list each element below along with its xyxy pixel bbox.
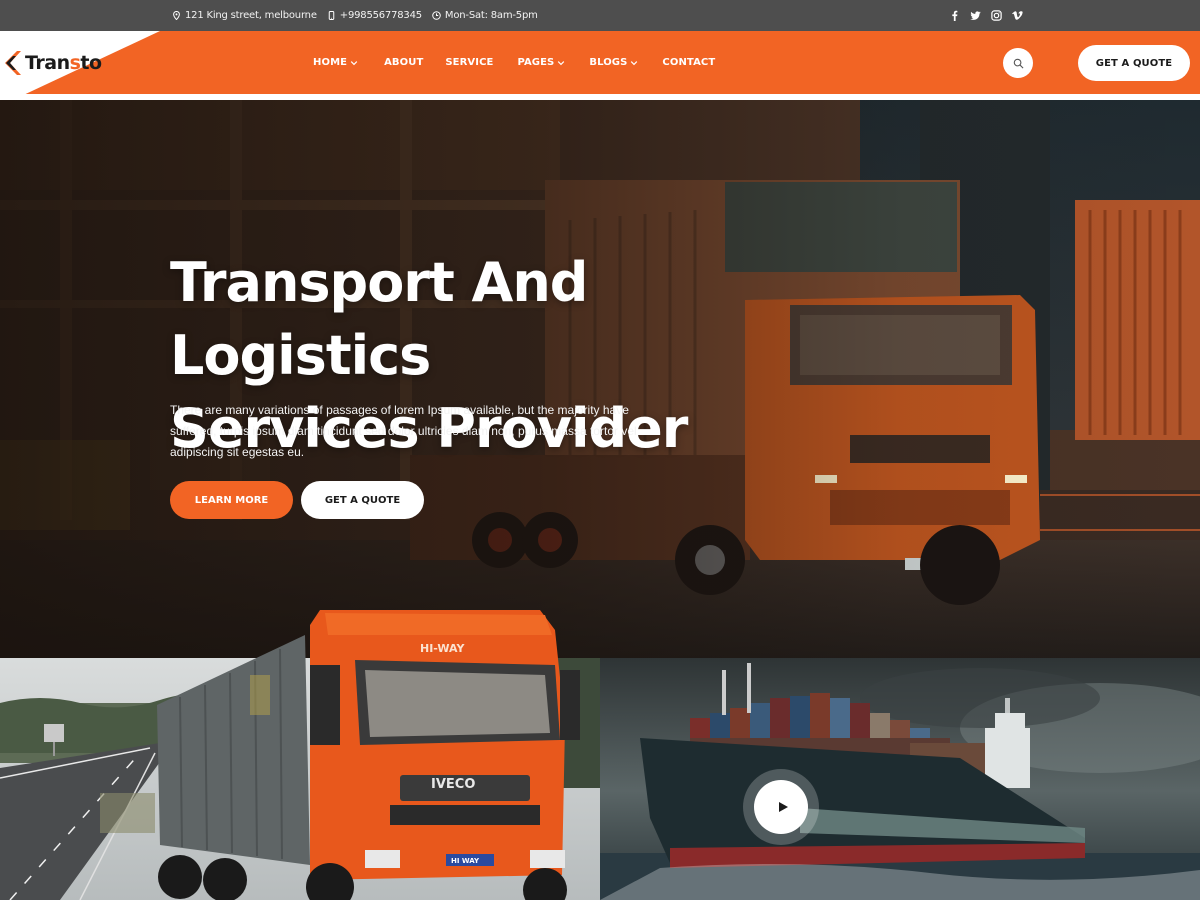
nav-item-about[interactable]: ABOUT [384,57,423,68]
twitter-icon[interactable] [969,10,981,22]
truck-visor-text: HI-WAY [420,642,465,655]
social-links [948,0,1023,31]
search-icon [1013,58,1023,68]
nav-item-pages[interactable]: PAGES [517,57,565,68]
header-get-quote-button[interactable]: GET A QUOTE [1078,45,1190,81]
main-navigation: HOME ABOUT SERVICE PAGES BLOGS CONTACT [313,31,715,94]
brand-name-accent: s [69,52,81,74]
video-play-button[interactable] [743,769,819,845]
hero-title-line1: Transport And Logistics [170,251,588,387]
hero-get-quote-button[interactable]: GET A QUOTE [301,481,424,519]
nav-item-label: PAGES [517,57,555,68]
nav-item-service[interactable]: SERVICE [445,57,493,68]
location-pin-icon [173,11,180,20]
facebook-icon[interactable] [948,10,960,22]
brand-name: Transto [25,52,102,74]
phone-item[interactable]: +998556778345 [327,10,422,21]
phone-text[interactable]: +998556778345 [340,10,422,21]
hours-text: Mon-Sat: 8am-5pm [444,10,538,21]
clock-icon [432,11,441,20]
logo-chevron-icon [5,51,21,75]
phone-icon [328,11,335,20]
address-item: 121 King street, melbourne [172,10,317,21]
search-button[interactable] [1003,48,1033,78]
brand-name-suffix: to [80,52,102,74]
nav-item-label: ABOUT [384,57,424,68]
nav-item-contact[interactable]: CONTACT [662,57,715,68]
play-button-inner [754,780,808,834]
nav-item-label: HOME [313,57,348,68]
hero-section: Transport And Logistics Services Provide… [0,100,1200,658]
nav-item-label: BLOGS [589,57,628,68]
chevron-down-icon [350,60,358,65]
chevron-down-icon [631,60,638,65]
nav-item-blogs[interactable]: BLOGS [589,57,638,68]
hero-description: There are many variations of passages of… [170,403,637,459]
vimeo-icon[interactable] [1011,10,1023,22]
hours-item: Mon-Sat: 8am-5pm [432,10,538,21]
sea-freight-image [600,658,1200,900]
learn-more-button[interactable]: LEARN MORE [170,481,293,519]
brand-name-prefix: Tran [25,52,70,74]
truck-grille-text: IVECO [431,777,475,792]
address-text: 121 King street, melbourne [185,10,317,21]
top-info-bar: 121 King street, melbourne +998556778345… [0,0,1200,31]
brand-logo[interactable]: Transto [2,50,102,76]
nav-item-home[interactable]: HOME [313,57,358,68]
truck-plate-text: HI WAY [451,857,480,865]
play-icon [778,802,788,812]
contact-info: 121 King street, melbourne +998556778345… [172,0,538,31]
chevron-down-icon [558,60,565,65]
instagram-icon[interactable] [990,10,1002,22]
nav-item-label: SERVICE [445,57,494,68]
nav-item-label: CONTACT [662,57,716,68]
orange-truck-image: IVECO HI-WAY HI WAY [157,610,580,900]
